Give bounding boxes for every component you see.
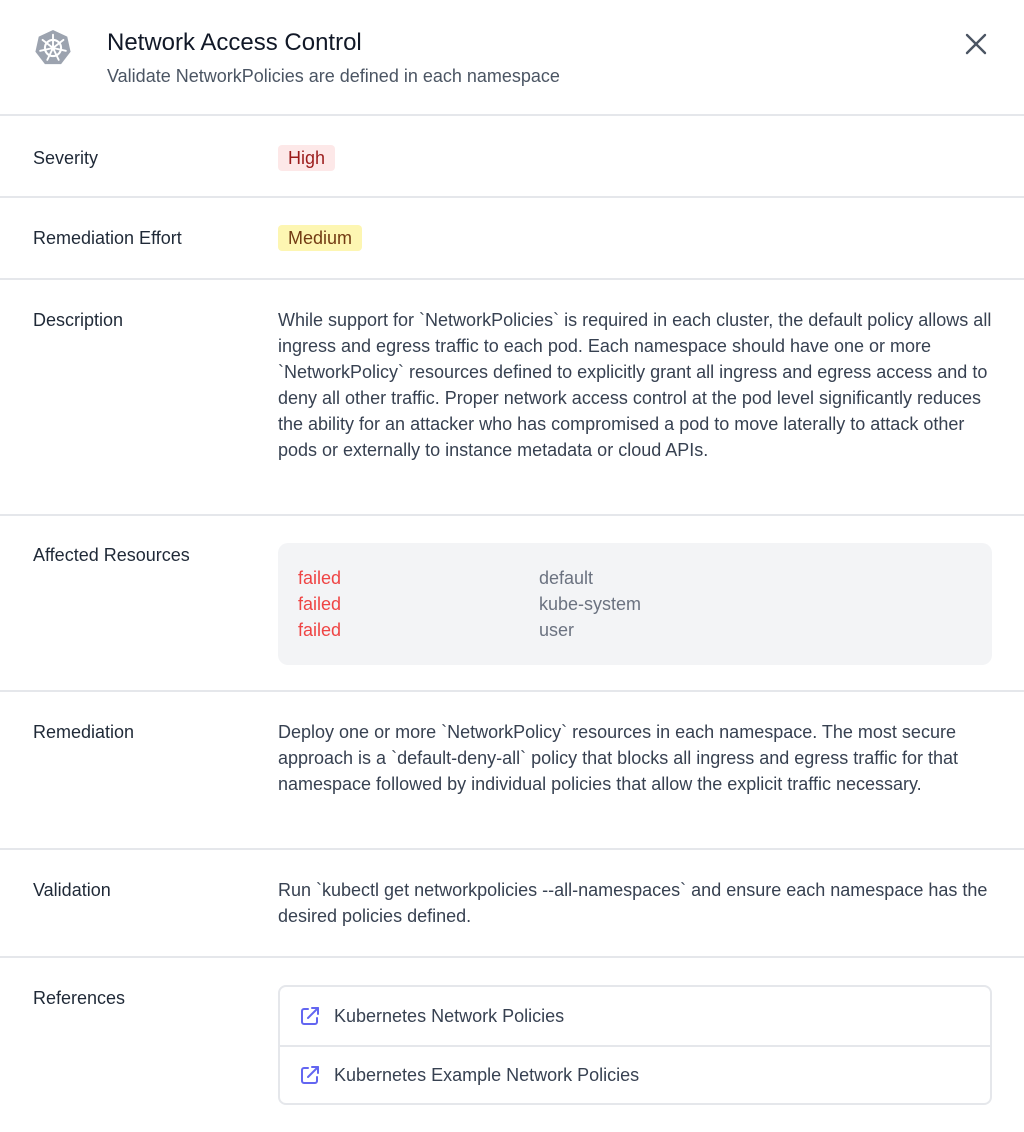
external-link-icon xyxy=(301,1007,319,1025)
remediation-row: Remediation Deploy one or more `NetworkP… xyxy=(0,692,1024,850)
description-label: Description xyxy=(33,310,124,330)
description-text: While support for `NetworkPolicies` is r… xyxy=(278,310,992,460)
affected-resources-value: failed default failed kube-system failed… xyxy=(278,543,992,690)
kubernetes-helm-icon xyxy=(35,29,71,65)
references-label: References xyxy=(33,988,126,1008)
validation-label: Validation xyxy=(33,880,111,900)
references-list: Kubernetes Network Policies Kubernetes E… xyxy=(278,985,992,1105)
remediation-effort-badge: Medium xyxy=(278,225,363,251)
external-link-icon xyxy=(301,1066,319,1084)
resource-status: failed xyxy=(298,620,342,640)
panel-title: Network Access Control xyxy=(107,29,362,56)
reference-label: Kubernetes Network Policies xyxy=(334,1006,565,1026)
references-row: References Kubernetes Network Policies K… xyxy=(0,958,1024,1130)
reference-link-network-policies[interactable]: Kubernetes Network Policies xyxy=(280,987,990,1045)
affected-resources-list: failed default failed kube-system failed… xyxy=(278,543,992,665)
severity-badge: High xyxy=(278,145,336,171)
remediation-text: Deploy one or more `NetworkPolicy` resou… xyxy=(278,722,959,794)
validation-row: Validation Run `kubectl get networkpolic… xyxy=(0,850,1024,958)
validation-text: Run `kubectl get networkpolicies --all-n… xyxy=(278,880,988,926)
resource-name: default xyxy=(539,568,594,588)
resource-status: failed xyxy=(298,594,342,614)
affected-resources-label: Affected Resources xyxy=(33,545,190,565)
remediation-effort-row: Remediation Effort Medium xyxy=(0,198,1024,280)
references-value: Kubernetes Network Policies Kubernetes E… xyxy=(278,985,992,1130)
remediation-effort-label: Remediation Effort xyxy=(33,228,182,248)
resource-row: failed kube-system xyxy=(298,591,972,617)
resource-name: kube-system xyxy=(539,594,642,614)
remediation-label: Remediation xyxy=(33,722,135,742)
close-icon[interactable] xyxy=(962,30,990,58)
resource-name: user xyxy=(539,620,575,640)
resource-row: failed user xyxy=(298,617,972,643)
severity-row: Severity High xyxy=(0,116,1024,198)
panel-header: Network Access Control Validate NetworkP… xyxy=(0,0,1024,116)
reference-link-example-network-policies[interactable]: Kubernetes Example Network Policies xyxy=(280,1045,990,1103)
severity-value: High xyxy=(278,145,992,196)
severity-label: Severity xyxy=(33,148,99,168)
affected-resources-row: Affected Resources failed default failed… xyxy=(0,516,1024,692)
resource-row: failed default xyxy=(298,565,972,591)
description-row: Description While support for `NetworkPo… xyxy=(0,280,1024,516)
remediation-effort-value: Medium xyxy=(278,225,992,278)
reference-label: Kubernetes Example Network Policies xyxy=(334,1065,640,1085)
resource-status: failed xyxy=(298,568,342,588)
panel-subtitle: Validate NetworkPolicies are defined in … xyxy=(107,66,560,86)
